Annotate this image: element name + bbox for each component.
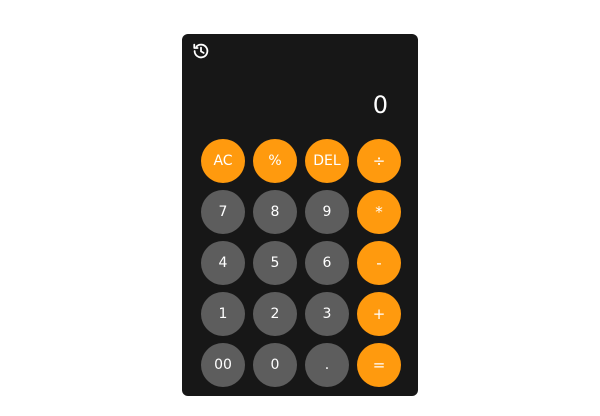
digit-6-button[interactable]: 6 (305, 241, 349, 285)
subtract-button[interactable]: - (357, 241, 401, 285)
digit-3-button[interactable]: 3 (305, 292, 349, 336)
digit-2-button[interactable]: 2 (253, 292, 297, 336)
result-display: 0 (372, 91, 388, 119)
double-zero-button[interactable]: 00 (201, 343, 245, 387)
clear-button[interactable]: AC (201, 139, 245, 183)
add-button[interactable]: + (357, 292, 401, 336)
digit-7-button[interactable]: 7 (201, 190, 245, 234)
digit-9-button[interactable]: 9 (305, 190, 349, 234)
digit-5-button[interactable]: 5 (253, 241, 297, 285)
calculator: 0 AC % DEL ÷ 7 8 9 * 4 5 6 - 1 2 3 + 00 … (182, 34, 418, 396)
divide-button[interactable]: ÷ (357, 139, 401, 183)
history-icon[interactable] (192, 42, 210, 60)
digit-0-button[interactable]: 0 (253, 343, 297, 387)
delete-button[interactable]: DEL (305, 139, 349, 183)
equals-button[interactable]: = (357, 343, 401, 387)
digit-4-button[interactable]: 4 (201, 241, 245, 285)
keypad: AC % DEL ÷ 7 8 9 * 4 5 6 - 1 2 3 + 00 0 … (201, 139, 401, 387)
digit-1-button[interactable]: 1 (201, 292, 245, 336)
digit-8-button[interactable]: 8 (253, 190, 297, 234)
percent-button[interactable]: % (253, 139, 297, 183)
multiply-button[interactable]: * (357, 190, 401, 234)
decimal-button[interactable]: . (305, 343, 349, 387)
